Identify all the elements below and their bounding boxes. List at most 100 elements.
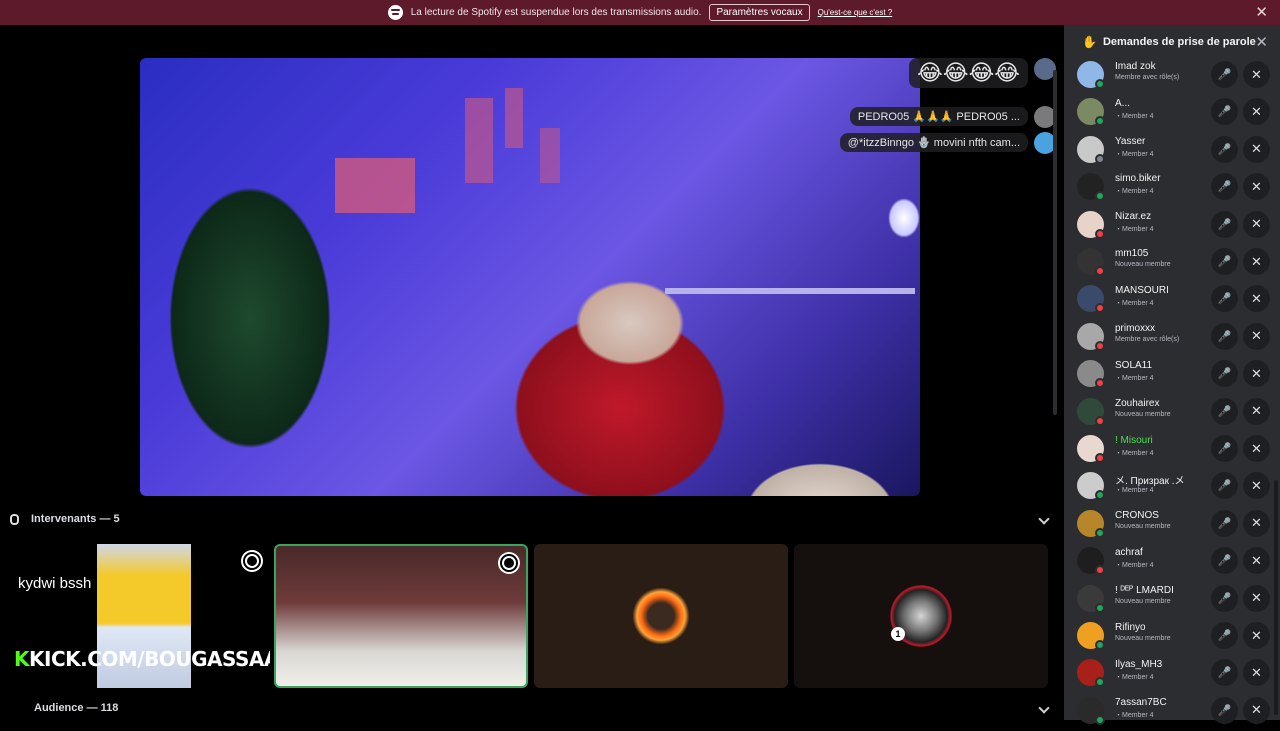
- accept-speak-icon[interactable]: 🎤: [1211, 135, 1238, 163]
- accept-speak-icon[interactable]: 🎤: [1211, 322, 1238, 350]
- request-row[interactable]: primoxxx Membre avec rôle(s) 🎤 ✕: [1064, 320, 1280, 357]
- chevron-down-icon[interactable]: [1038, 702, 1050, 714]
- request-row[interactable]: MANSOURI ・Member 4 🎤 ✕: [1064, 282, 1280, 319]
- status-dot-icon: [1095, 303, 1105, 314]
- dismiss-icon[interactable]: ✕: [1243, 135, 1270, 163]
- accept-speak-icon[interactable]: 🎤: [1211, 248, 1238, 275]
- accept-speak-icon[interactable]: 🎤: [1211, 547, 1238, 575]
- requester-name: mm105: [1115, 248, 1149, 259]
- status-dot-icon: [1095, 602, 1105, 613]
- request-row[interactable]: mm105 Nouveau membre 🎤 ✕: [1064, 245, 1280, 282]
- dismiss-icon[interactable]: ✕: [1243, 98, 1270, 126]
- status-dot-icon: [1095, 677, 1105, 688]
- accept-speak-icon[interactable]: 🎤: [1211, 435, 1238, 462]
- speak-requests-panel: ✋ Demandes de prise de parole ✕ Imad zok…: [1064, 25, 1280, 725]
- request-row[interactable]: Imad zok Membre avec rôle(s) 🎤 ✕: [1064, 58, 1280, 95]
- dismiss-icon[interactable]: ✕: [1243, 397, 1270, 425]
- requester-role: Nouveau membre: [1115, 261, 1171, 268]
- request-row[interactable]: CRONOS Nouveau membre 🎤 ✕: [1064, 507, 1280, 544]
- requester-name: ! Misouri: [1115, 435, 1153, 446]
- speakers-header[interactable]: Intervenants — 5: [10, 513, 120, 525]
- dismiss-icon[interactable]: ✕: [1243, 472, 1270, 500]
- request-row[interactable]: A... ・Member 4 🎤 ✕: [1064, 95, 1280, 132]
- accept-speak-icon[interactable]: 🎤: [1211, 584, 1238, 612]
- stage-scrollbar[interactable]: [1053, 70, 1057, 415]
- accept-speak-icon[interactable]: 🎤: [1211, 285, 1238, 313]
- raised-hand-icon: ✋: [1082, 35, 1097, 49]
- chevron-down-icon[interactable]: [1038, 513, 1050, 525]
- panel-scrollbar[interactable]: [1274, 480, 1278, 715]
- accept-speak-icon[interactable]: 🎤: [1211, 397, 1238, 425]
- speaker-tile[interactable]: [534, 544, 788, 688]
- requester-role: ・Member 4: [1115, 300, 1154, 308]
- accept-speak-icon[interactable]: 🎤: [1211, 173, 1238, 201]
- dismiss-icon[interactable]: ✕: [1243, 584, 1270, 612]
- accept-speak-icon[interactable]: 🎤: [1211, 210, 1238, 238]
- accept-speak-icon[interactable]: 🎤: [1211, 98, 1238, 126]
- speaker-tile-active[interactable]: [274, 544, 528, 688]
- notice-close-icon[interactable]: ✕: [1255, 3, 1268, 21]
- request-row[interactable]: achraf ・Member 4 🎤 ✕: [1064, 544, 1280, 581]
- request-row[interactable]: Ilyas_MH3 ・Member 4 🎤 ✕: [1064, 656, 1280, 693]
- dismiss-icon[interactable]: ✕: [1243, 285, 1270, 313]
- dismiss-icon[interactable]: ✕: [1243, 435, 1270, 462]
- status-dot-icon: [1095, 453, 1105, 463]
- notice-text: La lecture de Spotify est suspendue lors…: [410, 7, 702, 18]
- dismiss-icon[interactable]: ✕: [1243, 210, 1270, 238]
- request-row[interactable]: ! ᴰᴱᴾ LMARDI Nouveau membre 🎤 ✕: [1064, 582, 1280, 619]
- requester-name: primoxxx: [1115, 322, 1156, 334]
- requester-name: ! ᴰᴱᴾ LMARDI: [1115, 584, 1174, 596]
- close-icon[interactable]: ✕: [1255, 33, 1268, 51]
- requester-role: Nouveau membre: [1115, 522, 1171, 530]
- spotify-notice-bar: La lecture de Spotify est suspendue lors…: [0, 0, 1280, 25]
- requester-role: ・Member 4: [1115, 375, 1154, 383]
- audience-header[interactable]: Audience — 118: [10, 702, 118, 714]
- dismiss-icon[interactable]: ✕: [1243, 173, 1270, 201]
- status-dot-icon: [1095, 527, 1105, 538]
- avatar: [630, 585, 692, 647]
- request-row[interactable]: Zouhairex Nouveau membre 🎤 ✕: [1064, 395, 1280, 432]
- accept-speak-icon[interactable]: 🎤: [1211, 472, 1238, 500]
- spotify-icon: [387, 5, 403, 20]
- request-row[interactable]: 7assan7BC ・Member 4 🎤 ✕: [1064, 694, 1280, 731]
- request-row[interactable]: SOLA11 ・Member 4 🎤 ✕: [1064, 357, 1280, 394]
- accept-speak-icon[interactable]: 🎤: [1211, 61, 1238, 88]
- dismiss-icon[interactable]: ✕: [1243, 547, 1270, 575]
- requester-role: ・Member 4: [1115, 487, 1154, 495]
- requester-role: ・Member 4: [1115, 450, 1154, 457]
- requester-name: Zouhairex: [1115, 397, 1160, 409]
- accept-speak-icon[interactable]: 🎤: [1211, 659, 1238, 687]
- stage-area: 😂😂😂😂 PEDRO05 🙏🙏🙏 PEDRO05 ... @*itzzBinng…: [0, 25, 1060, 720]
- stream-video[interactable]: [140, 58, 920, 496]
- voice-settings-button[interactable]: Paramètres vocaux: [709, 4, 810, 21]
- requester-name: SOLA11: [1115, 360, 1153, 372]
- request-row[interactable]: Rifinyo Nouveau membre 🎤 ✕: [1064, 619, 1280, 656]
- dismiss-icon[interactable]: ✕: [1243, 248, 1270, 275]
- watch-stream-icon[interactable]: [498, 552, 520, 574]
- request-row[interactable]: simo.biker ・Member 4 🎤 ✕: [1064, 170, 1280, 207]
- what-is-this-link[interactable]: Qu'est-ce que c'est ?: [818, 8, 893, 17]
- dismiss-icon[interactable]: ✕: [1243, 659, 1270, 687]
- dismiss-icon[interactable]: ✕: [1243, 322, 1270, 350]
- requester-name: Ilyas_MH3: [1115, 659, 1163, 671]
- dismiss-icon[interactable]: ✕: [1243, 360, 1270, 388]
- request-row[interactable]: ! Misouri ・Member 4 🎤 ✕: [1064, 432, 1280, 469]
- accept-speak-icon[interactable]: 🎤: [1211, 360, 1238, 388]
- speaker-tile[interactable]: 1: [794, 544, 1048, 688]
- accept-speak-icon[interactable]: 🎤: [1211, 622, 1238, 649]
- requester-name: Rifinyo: [1115, 622, 1146, 633]
- requester-role: ・Member 4: [1115, 113, 1154, 121]
- status-dot-icon: [1095, 228, 1105, 239]
- panel-header: ✋ Demandes de prise de parole ✕: [1064, 25, 1280, 59]
- request-row[interactable]: メ. Призрак .メ ・Member 4 🎤 ✕: [1064, 469, 1280, 506]
- dismiss-icon[interactable]: ✕: [1243, 61, 1270, 88]
- watch-stream-icon[interactable]: [241, 550, 263, 572]
- requester-role: ・Member 4: [1115, 674, 1154, 682]
- accept-speak-icon[interactable]: 🎤: [1211, 509, 1238, 537]
- request-row[interactable]: Nizar.ez ・Member 4 🎤 ✕: [1064, 208, 1280, 245]
- speaker-tile[interactable]: kydwi bssh KKICK.COM/BOUGASSAA: [0, 544, 270, 688]
- status-dot-icon: [1095, 153, 1105, 164]
- dismiss-icon[interactable]: ✕: [1243, 622, 1270, 649]
- request-row[interactable]: Yasser ・Member 4 🎤 ✕: [1064, 133, 1280, 170]
- dismiss-icon[interactable]: ✕: [1243, 509, 1270, 537]
